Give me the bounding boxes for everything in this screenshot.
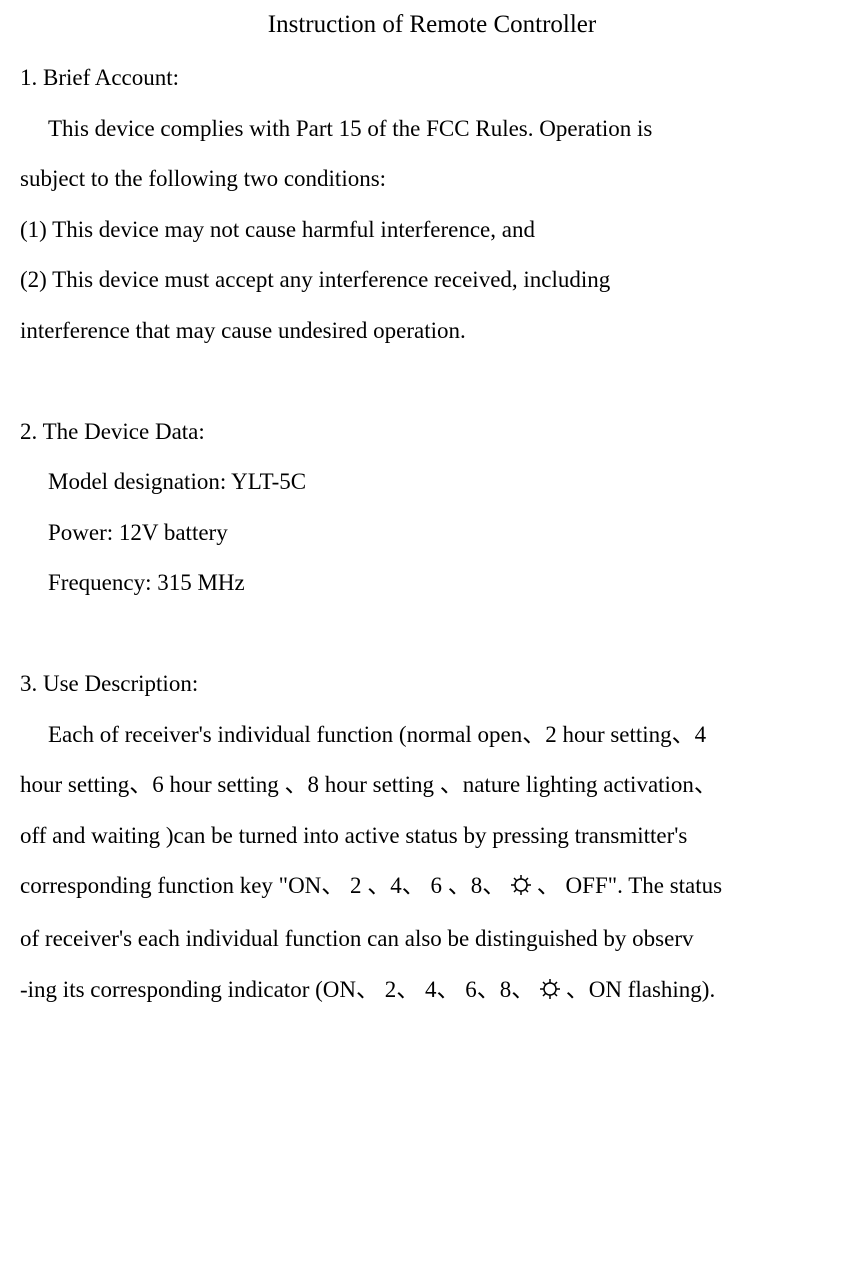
section-1-condition-2a: (2) This device must accept any interfer… <box>20 255 844 306</box>
sun-icon <box>511 863 531 914</box>
section-2-heading: 2. The Device Data: <box>20 407 844 458</box>
section-3-line-4: corresponding function key "ON、 2 、4、 6 … <box>20 861 844 914</box>
section-3-line-6: -ing its corresponding indicator (ON、 2、… <box>20 965 844 1018</box>
section-3-line-6b: 、ON flashing). <box>566 977 715 1002</box>
sun-icon <box>540 967 560 1018</box>
device-model: Model designation: YLT-5C <box>20 457 844 508</box>
document-title: Instruction of Remote Controller <box>20 5 844 45</box>
section-1-condition-2b: interference that may cause undesired op… <box>20 306 844 357</box>
section-1-line-1: This device complies with Part 15 of the… <box>20 104 844 155</box>
spacer <box>20 609 844 659</box>
section-1-condition-1: (1) This device may not cause harmful in… <box>20 205 844 256</box>
section-3-line-5: of receiver's each individual function c… <box>20 914 844 965</box>
section-3-line-1: Each of receiver's individual function (… <box>20 710 844 761</box>
section-1-heading: 1. Brief Account: <box>20 53 844 104</box>
device-frequency: Frequency: 315 MHz <box>20 558 844 609</box>
section-3-line-3: off and waiting )can be turned into acti… <box>20 811 844 862</box>
section-3-line-2: hour setting、6 hour setting 、8 hour sett… <box>20 760 844 811</box>
section-1-line-2: subject to the following two conditions: <box>20 154 844 205</box>
section-3-heading: 3. Use Description: <box>20 659 844 710</box>
section-3-line-4a: corresponding function key "ON、 2 、4、 6 … <box>20 873 511 898</box>
device-power: Power: 12V battery <box>20 508 844 559</box>
section-3-line-6a: -ing its corresponding indicator (ON、 2、… <box>20 977 540 1002</box>
section-3-line-4b: 、 OFF". The status <box>537 873 722 898</box>
spacer <box>20 357 844 407</box>
